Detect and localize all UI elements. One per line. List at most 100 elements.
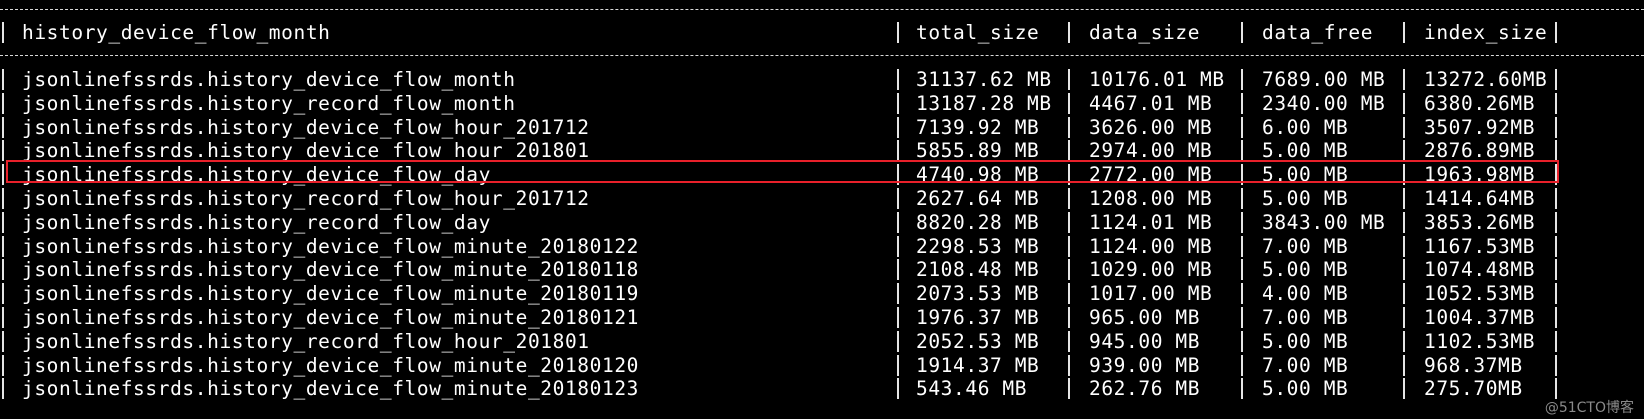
cell-total-size: 13187.28 MB xyxy=(916,91,1052,115)
cell-table-name: jsonlinefssrds.history_device_flow_minut… xyxy=(22,282,639,306)
column-divider xyxy=(1068,140,1070,162)
cell-index-size: 1414.64MB xyxy=(1424,187,1536,210)
column-divider xyxy=(2,378,4,400)
column-header-total-size: total_size xyxy=(916,21,1040,44)
column-divider xyxy=(1403,92,1405,114)
column-divider xyxy=(1403,259,1405,281)
cell-table-name: jsonlinefssrds.history_device_flow_minut… xyxy=(22,258,639,282)
column-divider xyxy=(2,259,4,281)
column-divider xyxy=(1555,92,1557,114)
cell-table-name: jsonlinefssrds.history_record_flow_hour_… xyxy=(22,187,590,210)
column-divider xyxy=(2,283,4,305)
column-divider xyxy=(1555,307,1557,328)
column-divider xyxy=(897,235,899,257)
cell-data-free: 7.00 MB xyxy=(1262,306,1349,329)
table-row: jsonlinefssrds.history_device_flow_minut… xyxy=(0,257,1644,282)
column-divider xyxy=(1403,22,1405,43)
cell-index-size: 13272.60MB xyxy=(1424,68,1548,91)
cell-table-name: jsonlinefssrds.history_record_flow_hour_… xyxy=(22,329,590,353)
table-row: jsonlinefssrds.history_device_flow_minut… xyxy=(0,353,1644,378)
cell-total-size: 2073.53 MB xyxy=(916,282,1040,306)
column-divider xyxy=(1241,188,1243,209)
table-row: jsonlinefssrds.history_device_flow_minut… xyxy=(0,234,1644,259)
column-divider xyxy=(1403,116,1405,138)
cell-data-free: 2340.00 MB xyxy=(1262,91,1386,115)
cell-table-name: jsonlinefssrds.history_device_flow_hour_… xyxy=(22,115,590,139)
column-divider xyxy=(2,164,4,186)
cell-index-size: 275.70MB xyxy=(1424,377,1523,401)
cell-data-free: 5.00 MB xyxy=(1262,329,1349,353)
column-divider xyxy=(2,140,4,162)
column-divider xyxy=(1555,235,1557,257)
cell-table-name: jsonlinefssrds.history_device_flow_minut… xyxy=(22,377,639,401)
column-divider xyxy=(1241,235,1243,257)
table-row: jsonlinefssrds.history_record_flow_month… xyxy=(0,91,1644,116)
column-divider xyxy=(1241,283,1243,305)
column-divider xyxy=(1403,354,1405,376)
column-divider xyxy=(897,92,899,114)
cell-data-size: 1029.00 MB xyxy=(1089,258,1213,282)
column-divider xyxy=(897,378,899,400)
column-divider xyxy=(2,116,4,138)
cell-index-size: 6380.26MB xyxy=(1424,91,1536,115)
cell-data-size: 1208.00 MB xyxy=(1089,187,1213,210)
cell-data-size: 3626.00 MB xyxy=(1089,115,1213,139)
cell-table-name: jsonlinefssrds.history_device_flow_minut… xyxy=(22,353,639,377)
cell-table-name: jsonlinefssrds.history_device_flow_minut… xyxy=(22,306,639,329)
column-divider xyxy=(897,116,899,138)
column-divider xyxy=(2,307,4,328)
column-divider xyxy=(1068,92,1070,114)
column-divider xyxy=(2,22,4,43)
column-divider xyxy=(897,22,899,43)
cell-index-size: 1102.53MB xyxy=(1424,329,1536,353)
column-divider xyxy=(1241,330,1243,352)
table-row: jsonlinefssrds.history_record_flow_hour_… xyxy=(0,186,1644,211)
table-row: jsonlinefssrds.history_device_flow_month… xyxy=(0,67,1644,92)
cell-total-size: 2298.53 MB xyxy=(916,234,1040,258)
cell-total-size: 1914.37 MB xyxy=(916,353,1040,377)
column-divider xyxy=(1068,188,1070,209)
column-divider xyxy=(1241,69,1243,90)
column-divider xyxy=(1555,330,1557,352)
column-divider xyxy=(1241,378,1243,400)
column-divider xyxy=(2,235,4,257)
cell-total-size: 8820.28 MB xyxy=(916,210,1040,234)
cell-data-free: 5.00 MB xyxy=(1262,377,1349,401)
column-divider xyxy=(1403,69,1405,90)
column-header-index-size: index_size xyxy=(1424,21,1548,44)
cell-index-size: 1074.48MB xyxy=(1424,258,1536,282)
cell-index-size: 3853.26MB xyxy=(1424,210,1536,234)
terminal-window[interactable]: history_device_flow_month total_size dat… xyxy=(0,0,1644,419)
column-divider xyxy=(897,69,899,90)
column-divider xyxy=(1068,69,1070,90)
column-divider xyxy=(1068,22,1070,43)
cell-total-size: 7139.92 MB xyxy=(916,115,1040,139)
column-divider xyxy=(1241,116,1243,138)
column-divider xyxy=(1555,22,1557,43)
cell-data-size: 945.00 MB xyxy=(1089,329,1201,353)
column-divider xyxy=(1403,330,1405,352)
cell-data-free: 4.00 MB xyxy=(1262,282,1349,306)
table-row: jsonlinefssrds.history_record_flow_day 88… xyxy=(0,210,1644,235)
cell-data-size: 1124.01 MB xyxy=(1089,210,1213,234)
column-header-data-free: data_free xyxy=(1262,21,1374,44)
column-divider xyxy=(1403,211,1405,233)
cell-data-size: 1017.00 MB xyxy=(1089,282,1213,306)
column-divider xyxy=(897,140,899,162)
column-divider xyxy=(1068,259,1070,281)
column-divider xyxy=(1241,259,1243,281)
column-header-data-size: data_size xyxy=(1089,21,1201,44)
watermark: @51CTO博客 xyxy=(1544,400,1634,416)
cell-data-free: 5.00 MB xyxy=(1262,258,1349,282)
table-row: jsonlinefssrds.history_device_flow_minut… xyxy=(0,376,1644,401)
column-divider xyxy=(1555,211,1557,233)
column-divider xyxy=(1555,259,1557,281)
row-highlight-box xyxy=(6,160,1559,184)
column-divider xyxy=(1068,116,1070,138)
column-divider xyxy=(1241,92,1243,114)
cell-data-free: 7.00 MB xyxy=(1262,353,1349,377)
cell-total-size: 2052.53 MB xyxy=(916,329,1040,353)
column-divider xyxy=(1068,283,1070,305)
column-divider xyxy=(1068,211,1070,233)
cell-data-size: 4467.01 MB xyxy=(1089,91,1213,115)
